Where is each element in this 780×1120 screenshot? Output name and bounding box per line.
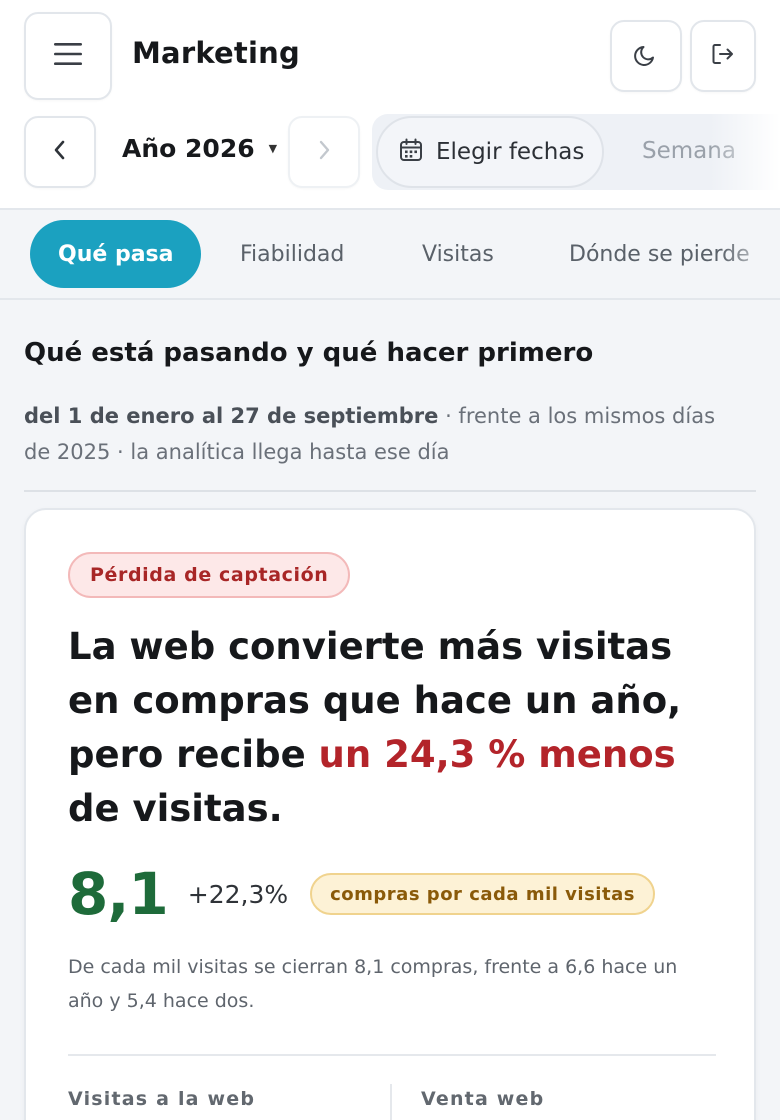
kpi-split-divider — [390, 1084, 392, 1120]
logout-button[interactable] — [690, 20, 756, 92]
kpi-label-visitas: Visitas a la web — [68, 1088, 256, 1110]
metric-description: De cada mil visitas se cierran 8,1 compr… — [68, 956, 678, 1012]
period-range: del 1 de enero al 27 de septiembre — [24, 404, 439, 428]
headline-end: de visitas. — [68, 787, 283, 830]
metric-value: 8,1 — [68, 860, 169, 928]
app-title: Marketing — [132, 36, 300, 70]
year-selector[interactable]: Año 2026 ▼ — [122, 134, 277, 163]
section-title: Qué está pasando y qué hacer primero — [24, 338, 594, 368]
previous-period-button[interactable] — [24, 116, 96, 188]
section-divider — [24, 490, 756, 492]
tab-visitas[interactable]: Visitas — [422, 220, 494, 288]
top-header: Marketing Año 2026 ▼ Elegir fechas Seman… — [0, 0, 780, 210]
status-badge: Pérdida de captación — [68, 552, 351, 598]
tabs-scroll-fade — [720, 210, 780, 298]
theme-toggle-button[interactable] — [610, 20, 682, 92]
insight-headline: La web convierte más visitas en compras … — [68, 620, 708, 836]
calendar-icon — [398, 137, 424, 167]
moon-icon — [633, 41, 659, 71]
metric-unit-badge: compras por cada mil visitas — [310, 873, 655, 915]
logout-icon — [710, 41, 736, 71]
caret-down-icon: ▼ — [268, 142, 278, 155]
period-description: del 1 de enero al 27 de septiembre · fre… — [24, 398, 744, 470]
insight-card: Pérdida de captación La web convierte má… — [24, 508, 756, 1120]
menu-icon — [53, 42, 83, 70]
metric-change: +22,3% — [187, 879, 289, 909]
section-tabs: Qué pasa Fiabilidad Visitas Dónde se pie… — [0, 210, 780, 300]
scroll-fade — [710, 114, 780, 190]
range-options-strip: Elegir fechas Semana — [372, 114, 780, 190]
year-label: Año 2026 — [122, 134, 255, 163]
menu-button[interactable] — [24, 12, 112, 100]
chevron-left-icon — [52, 139, 68, 165]
pick-dates-button[interactable]: Elegir fechas — [376, 116, 604, 188]
next-period-button[interactable] — [288, 116, 360, 188]
pick-dates-label: Elegir fechas — [436, 139, 585, 165]
tab-fiabilidad[interactable]: Fiabilidad — [240, 220, 344, 288]
tab-que-pasa[interactable]: Qué pasa — [30, 220, 202, 288]
headline-highlight: un 24,3 % menos — [318, 733, 676, 776]
chevron-right-icon — [316, 139, 332, 165]
kpi-label-venta-web: Venta web — [421, 1088, 545, 1110]
card-divider — [68, 1054, 716, 1056]
metric-row: 8,1 +22,3% compras por cada mil visitas — [68, 860, 655, 928]
